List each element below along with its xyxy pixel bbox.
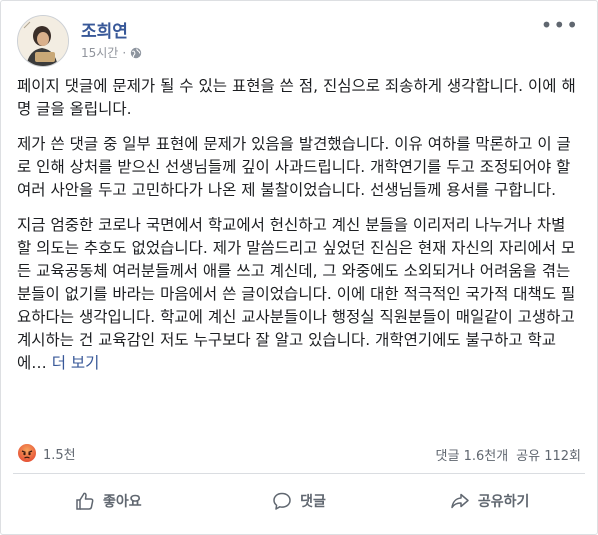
see-more-link[interactable]: 더 보기 xyxy=(52,354,100,372)
post-meta: 15시간 · xyxy=(81,44,142,61)
post-stats: 1.5천 댓글 1.6천개 공유 112회 xyxy=(17,441,581,467)
globe-icon xyxy=(130,47,142,58)
post-time[interactable]: 15시간 xyxy=(81,44,118,61)
engagement-counts: 댓글 1.6천개 공유 112회 xyxy=(436,445,581,464)
share-label: 공유하기 xyxy=(477,494,530,510)
angry-reaction-icon xyxy=(17,443,37,463)
action-bar: 좋아요 댓글 공유하기 xyxy=(13,479,585,523)
share-icon xyxy=(451,493,469,509)
author-name[interactable]: 조희연 xyxy=(81,17,128,42)
more-icon[interactable]: ••• xyxy=(541,15,579,35)
reactions-summary[interactable]: 1.5천 xyxy=(17,443,76,463)
avatar-image xyxy=(18,16,68,66)
divider xyxy=(13,473,585,474)
share-count[interactable]: 공유 112회 xyxy=(516,445,581,464)
post-paragraph: 페이지 댓글에 문제가 될 수 있는 표현을 쓴 점, 진심으로 죄송하게 생각… xyxy=(17,77,576,118)
post-card: 조희연 15시간 · ••• 페이지 댓글에 문제가 될 수 있는 표현을 쓴 … xyxy=(0,0,598,535)
comment-label: 댓글 xyxy=(300,494,326,510)
post-paragraph: 제가 쓴 댓글 중 일부 표현에 문제가 있음을 발견했습니다. 이유 여하를 … xyxy=(17,135,571,199)
comment-button[interactable]: 댓글 xyxy=(204,479,395,523)
comment-icon xyxy=(273,492,291,510)
thumbs-up-icon xyxy=(76,492,94,510)
post-header: 조희연 15시간 · ••• xyxy=(17,13,581,67)
post-body: 페이지 댓글에 문제가 될 수 있는 표현을 쓴 점, 진심으로 죄송하게 생각… xyxy=(17,75,577,387)
like-button[interactable]: 좋아요 xyxy=(13,479,204,523)
share-button[interactable]: 공유하기 xyxy=(394,479,585,523)
comment-count[interactable]: 댓글 1.6천개 xyxy=(436,445,509,464)
avatar[interactable] xyxy=(17,15,69,67)
like-label: 좋아요 xyxy=(103,494,142,510)
post-paragraph: 지금 엄중한 코로나 국면에서 학교에서 헌신하고 계신 분들을 이리저리 나누… xyxy=(17,216,576,372)
reaction-count: 1.5천 xyxy=(43,447,76,463)
